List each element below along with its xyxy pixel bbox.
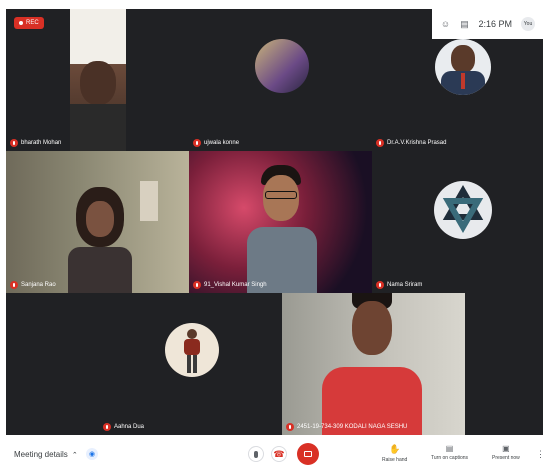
participant-name: 91_Vishal Kumar Singh	[193, 281, 267, 289]
meeting-details-button[interactable]: Meeting details ⌃	[14, 450, 78, 459]
mic-muted-icon	[10, 281, 18, 289]
captions-button[interactable]: ▤ Turn on captions	[431, 444, 468, 461]
video-grid: REC bharath Mohan ujwala konne Dr.A.V.Kr…	[6, 9, 543, 435]
participant-video	[68, 187, 132, 293]
avatar	[255, 39, 309, 93]
participant-tile-nama[interactable]: Nama Sriram	[372, 151, 543, 293]
bottom-control-bar: Meeting details ⌃ ◉ ☎ ✋ Raise hand ▤ Tur…	[0, 441, 545, 468]
present-icon: ▣	[502, 444, 510, 453]
raise-hand-button[interactable]: ✋ Raise hand	[382, 444, 407, 463]
chat-icon[interactable]: ▤	[459, 19, 469, 29]
hand-icon: ✋	[389, 444, 401, 454]
participant-tile-ujwala[interactable]: ujwala konne	[189, 9, 372, 151]
participant-tile-aahna[interactable]: Aahna Dua	[99, 293, 282, 435]
avatar	[435, 39, 491, 95]
clock-time: 2:16 PM	[478, 19, 512, 29]
record-icon	[19, 21, 23, 25]
shield-icon[interactable]: ◉	[86, 448, 98, 460]
mic-muted-icon	[286, 423, 294, 431]
hang-up-icon: ☎	[273, 448, 285, 459]
mic-muted-icon	[376, 281, 384, 289]
mic-muted-icon	[10, 139, 18, 147]
microphone-icon	[254, 450, 258, 458]
calendar-on-wall	[140, 181, 158, 221]
chevron-up-icon: ⌃	[71, 451, 78, 459]
star-logo-icon	[442, 184, 484, 234]
mic-muted-icon	[193, 281, 201, 289]
participant-tile-sanjana[interactable]: Sanjana Rao	[6, 151, 189, 293]
captions-icon: ▤	[445, 444, 454, 453]
mic-muted-icon	[103, 423, 111, 431]
mic-muted-icon	[376, 139, 384, 147]
participant-video	[70, 9, 126, 151]
top-info-bar: ☺ ▤ 2:16 PM You	[432, 9, 543, 39]
participant-name: bharath Mohan	[10, 139, 61, 147]
camera-off-button[interactable]	[297, 443, 319, 465]
avatar	[165, 323, 219, 377]
video-off-icon	[304, 451, 312, 457]
leave-call-button[interactable]: ☎	[271, 446, 287, 462]
participant-tile-vishal[interactable]: 91_Vishal Kumar Singh	[189, 151, 372, 293]
present-now-button[interactable]: ▣ Present now	[492, 444, 520, 461]
participant-name: Sanjana Rao	[10, 281, 56, 289]
participant-tile-bharath[interactable]: REC bharath Mohan	[6, 9, 189, 151]
participant-name: Dr.A.V.Krishna Prasad	[376, 139, 446, 147]
participant-name: 2451-19-734-309 KODALI NAGA SESHU	[286, 423, 407, 431]
participant-video	[247, 165, 317, 293]
avatar	[434, 181, 492, 239]
more-options-icon[interactable]: ⋮	[536, 449, 545, 460]
participant-name: ujwala konne	[193, 139, 239, 147]
recording-badge: REC	[14, 17, 44, 29]
participant-name: Aahna Dua	[103, 423, 144, 431]
participant-name: Nama Sriram	[376, 281, 422, 289]
people-icon[interactable]: ☺	[440, 19, 450, 29]
microphone-button[interactable]	[248, 446, 264, 462]
avatar[interactable]: You	[521, 17, 535, 31]
mic-muted-icon	[193, 139, 201, 147]
participant-video	[322, 293, 422, 435]
participant-tile-kodali[interactable]: 2451-19-734-309 KODALI NAGA SESHU	[282, 293, 465, 435]
